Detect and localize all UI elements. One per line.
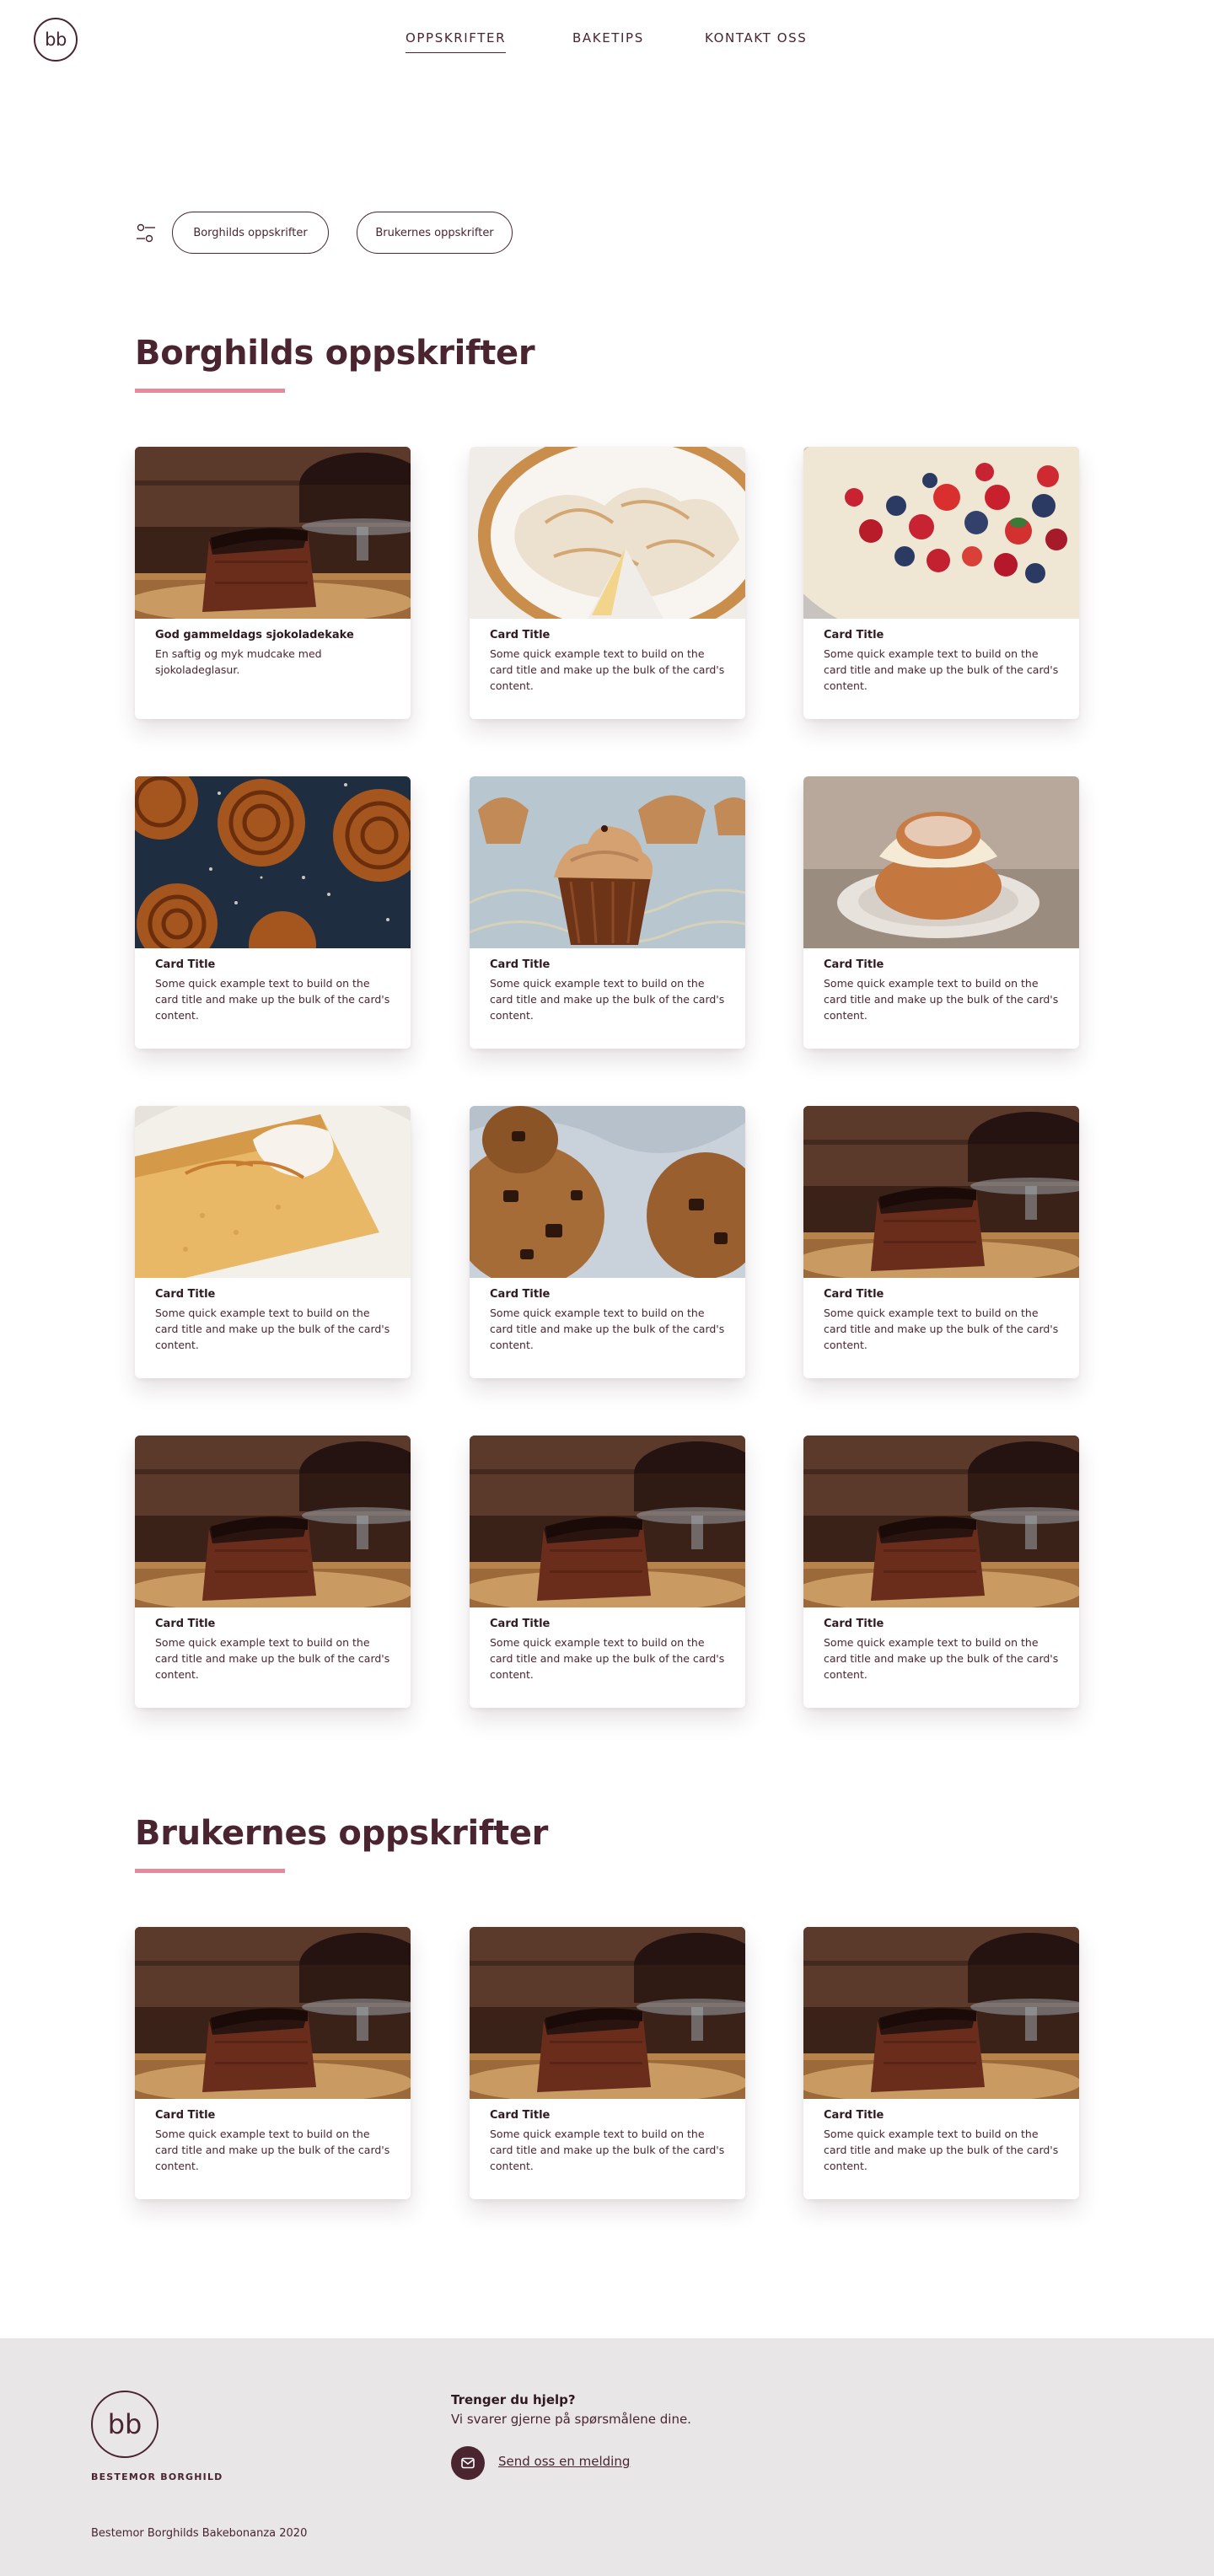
card-text: Some quick example text to build on the …	[824, 2128, 1059, 2172]
recipe-card[interactable]: Card Title Some quick example text to bui…	[135, 776, 411, 1049]
card-text: En saftig og myk mudcake med sjokoladegl…	[155, 647, 322, 676]
recipe-card[interactable]: Card Title Some quick example text to bui…	[803, 447, 1079, 719]
nav-baketips[interactable]: BAKETIPS	[572, 30, 644, 46]
footer-brand: BESTEMOR BORGHILD	[91, 2471, 223, 2482]
recipe-image-chocolate-cake[interactable]	[135, 1436, 411, 1607]
card-title[interactable]: Card Title	[155, 957, 395, 974]
card-title[interactable]: Card Title	[155, 1286, 395, 1303]
sliders-icon[interactable]	[135, 222, 157, 245]
card-title[interactable]: Card Title	[155, 2107, 395, 2124]
recipe-card[interactable]: Card Title Some quick example text to bui…	[470, 1436, 745, 1708]
help-text: Vi svarer gjerne på spørsmålene dine.	[451, 2412, 691, 2427]
card-title[interactable]: Card Title	[155, 1616, 395, 1633]
card-title[interactable]: Card Title	[824, 957, 1064, 974]
envelope-icon[interactable]	[451, 2446, 485, 2480]
card-text: Some quick example text to build on the …	[155, 1636, 390, 1681]
card-title[interactable]: Card Title	[490, 2107, 730, 2124]
recipe-image-chocolate-cake[interactable]	[803, 1106, 1079, 1278]
card-title[interactable]: Card Title	[490, 1286, 730, 1303]
recipe-card[interactable]: Card Title Some quick example text to bui…	[803, 776, 1079, 1049]
recipe-card[interactable]: Card Title Some quick example text to bui…	[803, 1436, 1079, 1708]
main-nav: OPPSKRIFTER BAKETIPS KONTAKT OSS	[0, 30, 1214, 53]
send-message-link[interactable]: Send oss en melding	[498, 2454, 630, 2469]
section-title-brukerne: Brukernes oppskrifter	[135, 1814, 549, 1853]
card-body: Card Title Some quick example text to bui…	[155, 957, 395, 1023]
card-body: Card Title Some quick example text to bui…	[490, 627, 730, 694]
card-text: Some quick example text to build on the …	[490, 2128, 725, 2172]
nav-kontakt-oss[interactable]: KONTAKT OSS	[705, 30, 807, 46]
recipe-image-berry-cake[interactable]	[803, 447, 1079, 619]
card-text: Some quick example text to build on the …	[824, 977, 1059, 1022]
card-text: Some quick example text to build on the …	[490, 647, 725, 692]
card-text: Some quick example text to build on the …	[155, 2128, 390, 2172]
card-text: Some quick example text to build on the …	[490, 977, 725, 1022]
card-body: Card Title Some quick example text to bui…	[490, 1286, 730, 1353]
copyright: Bestemor Borghilds Bakebonanza 2020	[91, 2527, 308, 2540]
recipe-image-chocolate-cake[interactable]	[803, 1927, 1079, 2099]
recipe-image-chocolate-cake[interactable]	[135, 447, 411, 619]
recipe-image-cupcakes[interactable]	[470, 776, 745, 948]
title-underline	[135, 1869, 285, 1873]
footer-logo[interactable]: bb	[91, 2391, 158, 2458]
filter-pill-brukerne[interactable]: Brukernes oppskrifter	[357, 212, 513, 254]
card-title[interactable]: God gammeldags sjokoladekake	[155, 627, 395, 644]
recipe-image-chocolate-cake[interactable]	[803, 1436, 1079, 1607]
filter-pill-borghild[interactable]: Borghilds oppskrifter	[172, 212, 329, 254]
recipe-image-meringue-pie[interactable]	[470, 447, 745, 619]
recipe-card[interactable]: Card Title Some quick example text to bui…	[803, 1927, 1079, 2199]
card-title[interactable]: Card Title	[490, 627, 730, 644]
recipe-card[interactable]: Card Title Some quick example text to bui…	[135, 1436, 411, 1708]
site-header: bb OPPSKRIFTER BAKETIPS KONTAKT OSS	[0, 0, 1214, 78]
card-text: Some quick example text to build on the …	[824, 647, 1059, 692]
site-footer: bb BESTEMOR BORGHILD Trenger du hjelp? V…	[0, 2338, 1214, 2576]
recipe-image-sponge-cake-slice[interactable]	[135, 1106, 411, 1278]
card-body: Card Title Some quick example text to bui…	[155, 2107, 395, 2174]
title-underline	[135, 389, 285, 393]
recipe-card[interactable]: Card Title Some quick example text to bui…	[470, 1106, 745, 1378]
card-body: Card Title Some quick example text to bui…	[155, 1616, 395, 1682]
card-title[interactable]: Card Title	[824, 1616, 1064, 1633]
recipe-card[interactable]: Card Title Some quick example text to bui…	[470, 447, 745, 719]
card-body: Card Title Some quick example text to bui…	[824, 1616, 1064, 1682]
card-text: Some quick example text to build on the …	[155, 977, 390, 1022]
card-body: Card Title Some quick example text to bui…	[824, 627, 1064, 694]
recipe-image-chocolate-cake[interactable]	[470, 1436, 745, 1607]
card-body: Card Title Some quick example text to bui…	[155, 1286, 395, 1353]
card-body: Card Title Some quick example text to bui…	[824, 957, 1064, 1023]
nav-oppskrifter[interactable]: OPPSKRIFTER	[406, 30, 507, 53]
card-title[interactable]: Card Title	[490, 1616, 730, 1633]
card-body: Card Title Some quick example text to bui…	[824, 2107, 1064, 2174]
recipe-image-chocolate-cake[interactable]	[135, 1927, 411, 2099]
card-title[interactable]: Card Title	[824, 2107, 1064, 2124]
card-title[interactable]: Card Title	[490, 957, 730, 974]
card-body: God gammeldags sjokoladekake En saftig og…	[155, 627, 395, 678]
help-title: Trenger du hjelp?	[451, 2392, 576, 2407]
card-title[interactable]: Card Title	[824, 627, 1064, 644]
recipe-card[interactable]: Card Title Some quick example text to bui…	[470, 1927, 745, 2199]
recipe-card[interactable]: God gammeldags sjokoladekake En saftig og…	[135, 447, 411, 719]
card-text: Some quick example text to build on the …	[155, 1307, 390, 1351]
card-body: Card Title Some quick example text to bui…	[824, 1286, 1064, 1353]
recipe-card[interactable]: Card Title Some quick example text to bui…	[470, 776, 745, 1049]
card-title[interactable]: Card Title	[824, 1286, 1064, 1303]
card-text: Some quick example text to build on the …	[490, 1307, 725, 1351]
card-text: Some quick example text to build on the …	[824, 1307, 1059, 1351]
card-text: Some quick example text to build on the …	[824, 1636, 1059, 1681]
recipe-card[interactable]: Card Title Some quick example text to bui…	[135, 1106, 411, 1378]
recipe-card[interactable]: Card Title Some quick example text to bui…	[135, 1927, 411, 2199]
recipe-image-cookies[interactable]	[470, 1106, 745, 1278]
recipe-image-chocolate-cake[interactable]	[470, 1927, 745, 2099]
card-body: Card Title Some quick example text to bui…	[490, 1616, 730, 1682]
recipe-image-cream-bun[interactable]	[803, 776, 1079, 948]
section-title-borghild: Borghilds oppskrifter	[135, 334, 535, 373]
recipe-card[interactable]: Card Title Some quick example text to bui…	[803, 1106, 1079, 1378]
card-text: Some quick example text to build on the …	[490, 1636, 725, 1681]
card-body: Card Title Some quick example text to bui…	[490, 957, 730, 1023]
recipe-image-cinnamon-buns[interactable]	[135, 776, 411, 948]
card-body: Card Title Some quick example text to bui…	[490, 2107, 730, 2174]
